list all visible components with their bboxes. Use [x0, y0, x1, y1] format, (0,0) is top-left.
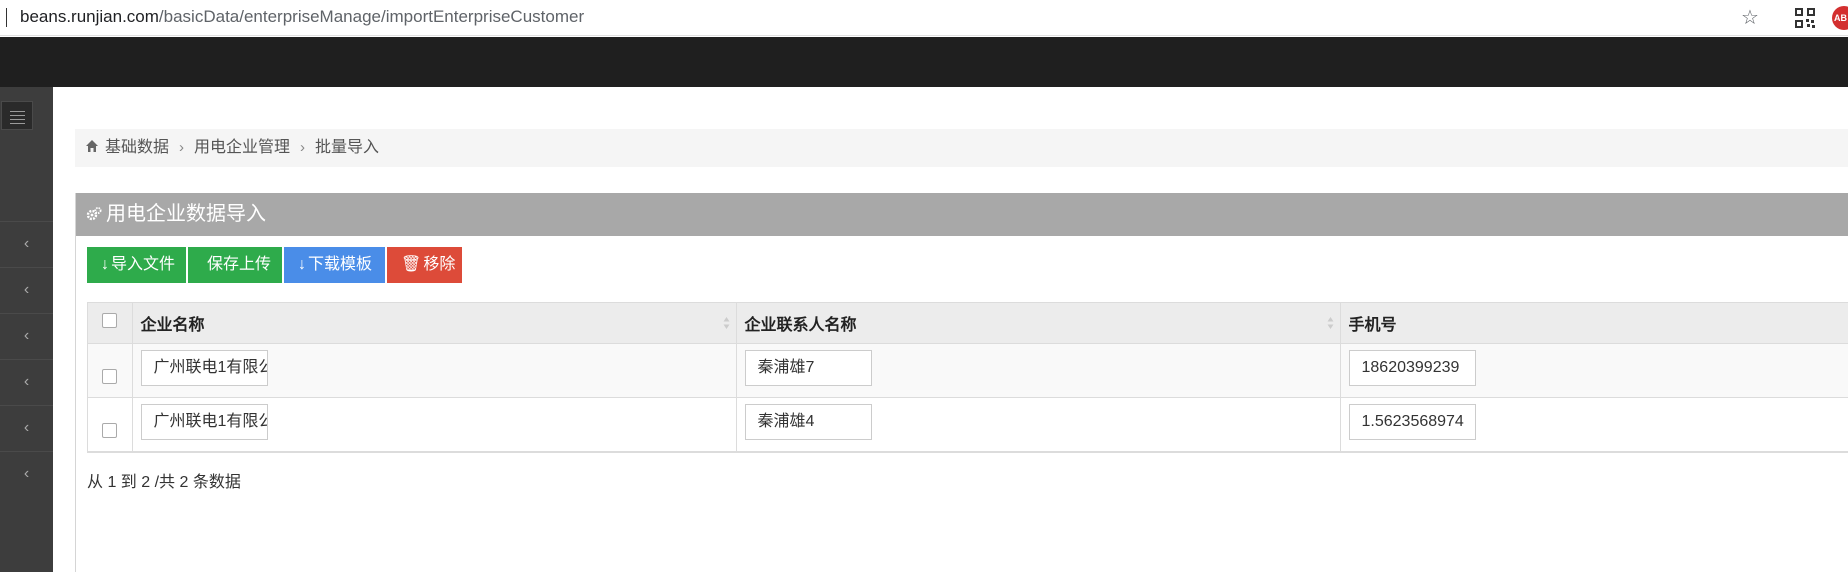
row-select-cell [88, 397, 133, 452]
contact-cell: 秦浦雄4 [736, 397, 1341, 452]
contact-cell: 秦浦雄7 [736, 343, 1341, 398]
sidebar-item-2-chevron-left-icon[interactable]: ‹ [0, 267, 53, 313]
import-file-label: 导入文件 [111, 256, 176, 273]
contact-input[interactable]: 秦浦雄4 [744, 403, 872, 440]
adblock-extension-icon[interactable]: AB [1832, 6, 1848, 30]
arrow-down-icon: ↓ [101, 256, 109, 273]
table-row: 广州联电1有限公司 秦浦雄4 1.5623568974 [88, 397, 1848, 452]
arrow-down-icon: ↓ [298, 256, 306, 273]
sidebar-item-4-chevron-left-icon[interactable]: ‹ [0, 359, 53, 405]
select-all-checkbox[interactable] [102, 312, 118, 328]
column-header-phone[interactable]: 手机号 [1340, 303, 1848, 344]
download-template-button[interactable]: ↓ 下载模板 [284, 247, 385, 283]
cogs-icon [86, 207, 102, 221]
company-input[interactable]: 广州联电1有限公司 [140, 403, 268, 440]
download-template-label: 下载模板 [308, 256, 373, 273]
table-header-row: 企业名称 企业联系人名称 手机号 [88, 303, 1848, 344]
column-header-contact[interactable]: 企业联系人名称 [736, 303, 1341, 344]
breadcrumb-item-basic-data[interactable]: 基础数据 [105, 139, 169, 156]
import-panel: 用电企业数据导入 ↓ 导入文件 保存上传 ↓ 下载模板 🗑 移除 企业名称 企业联系人名称 … [75, 193, 1848, 572]
column-header-company-label: 企业名称 [140, 316, 205, 334]
url-host: beans.runjian.com [20, 7, 159, 26]
save-upload-button[interactable]: 保存上传 [188, 247, 282, 283]
import-file-button[interactable]: ↓ 导入文件 [87, 247, 186, 283]
column-header-contact-label: 企业联系人名称 [744, 316, 857, 334]
qr-code-icon[interactable] [1795, 8, 1815, 28]
column-header-company[interactable]: 企业名称 [132, 303, 737, 344]
company-cell: 广州联电1有限公司 [132, 343, 737, 398]
breadcrumb-separator-icon: › [179, 139, 185, 156]
remove-label: 移除 [423, 256, 456, 273]
company-input[interactable]: 广州联电1有限公司 [140, 349, 268, 386]
phone-input[interactable]: 1.5623568974 [1348, 403, 1476, 440]
sidebar-item-6-chevron-left-icon[interactable]: ‹ [0, 451, 53, 497]
save-upload-label: 保存上传 [207, 256, 272, 273]
pagination-info: 从 1 到 2 /共 2 条数据 [87, 474, 241, 491]
phone-cell: 18620399239 [1340, 343, 1848, 398]
top-navbar [0, 37, 1848, 87]
select-all-cell [88, 303, 133, 344]
breadcrumb-item-batch-import: 批量导入 [315, 139, 380, 156]
sort-icon[interactable] [723, 316, 730, 330]
contact-input[interactable]: 秦浦雄7 [744, 349, 872, 386]
home-icon [86, 140, 98, 152]
url-caret [6, 8, 7, 27]
sidebar: ‹ ‹ ‹ ‹ ‹ ‹ [0, 87, 53, 572]
panel-header: 用电企业数据导入 [76, 193, 1848, 236]
table-row: 广州联电1有限公司 秦浦雄7 18620399239 [88, 343, 1848, 398]
sidebar-item-3-chevron-left-icon[interactable]: ‹ [0, 313, 53, 359]
sidebar-item-1-chevron-left-icon[interactable]: ‹ [0, 221, 53, 267]
sidebar-toggle-menu-icon[interactable] [1, 101, 33, 130]
row-select-cell [88, 343, 133, 398]
breadcrumb-separator-icon: › [300, 139, 306, 156]
column-header-phone-label: 手机号 [1348, 316, 1397, 334]
phone-cell: 1.5623568974 [1340, 397, 1848, 452]
trash-icon: 🗑 [401, 256, 422, 273]
toolbar: ↓ 导入文件 保存上传 ↓ 下载模板 🗑 移除 [87, 247, 464, 283]
panel-title: 用电企业数据导入 [106, 203, 266, 225]
sidebar-item-5-chevron-left-icon[interactable]: ‹ [0, 405, 53, 451]
remove-button[interactable]: 🗑 移除 [387, 247, 462, 283]
url-path: /basicData/enterpriseManage/importEnterp… [158, 7, 585, 26]
import-table: 企业名称 企业联系人名称 手机号 广州联电1有限公司 秦浦雄7 18620399… [87, 302, 1848, 453]
url-text[interactable]: beans.runjian.com/basicData/enterpriseMa… [20, 7, 584, 27]
breadcrumb: 基础数据 › 用电企业管理 › 批量导入 [75, 129, 1848, 167]
row-checkbox[interactable] [102, 368, 118, 384]
breadcrumb-item-enterprise-manage[interactable]: 用电企业管理 [194, 139, 290, 156]
row-checkbox[interactable] [102, 422, 118, 438]
company-cell: 广州联电1有限公司 [132, 397, 737, 452]
sort-icon[interactable] [1327, 316, 1334, 330]
bookmark-star-icon[interactable]: ☆ [1741, 5, 1759, 30]
phone-input[interactable]: 18620399239 [1348, 349, 1476, 386]
browser-address-bar[interactable]: beans.runjian.com/basicData/enterpriseMa… [0, 0, 1848, 36]
